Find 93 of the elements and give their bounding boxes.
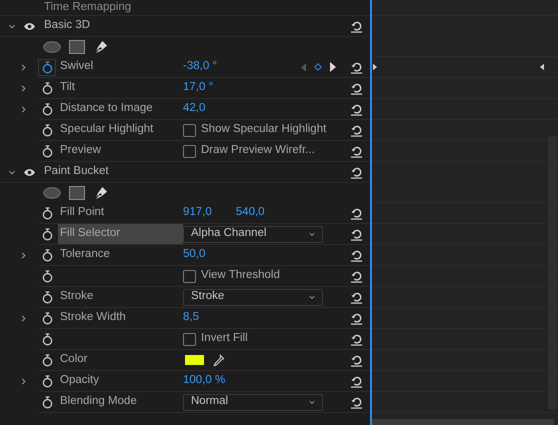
reset-icon[interactable] bbox=[350, 228, 362, 240]
stopwatch-icon[interactable] bbox=[42, 82, 52, 94]
chevron-right-icon[interactable] bbox=[20, 64, 27, 71]
chevron-right-icon[interactable] bbox=[20, 378, 27, 385]
add-keyframe-icon[interactable] bbox=[314, 63, 322, 71]
stopwatch-icon[interactable] bbox=[42, 354, 52, 366]
pen-icon[interactable] bbox=[93, 40, 108, 54]
dropdown[interactable]: Stroke bbox=[183, 288, 323, 306]
property-label: Distance to Image bbox=[60, 101, 153, 116]
stopwatch-icon[interactable] bbox=[42, 270, 52, 282]
value-field[interactable]: -38,0 ° bbox=[183, 58, 218, 76]
eyedropper-icon[interactable] bbox=[212, 354, 225, 366]
effect-name[interactable]: Paint Bucket bbox=[44, 163, 342, 181]
reset-icon[interactable] bbox=[350, 60, 362, 74]
property-label: Tolerance bbox=[60, 247, 110, 262]
checkbox[interactable] bbox=[183, 124, 196, 136]
reset-icon[interactable] bbox=[350, 124, 362, 136]
stopwatch-icon[interactable] bbox=[42, 396, 52, 408]
value-field[interactable]: 42,0 bbox=[183, 100, 206, 118]
value-field[interactable]: 50,0 bbox=[183, 246, 206, 264]
reset-icon[interactable] bbox=[350, 290, 362, 304]
checkbox-label: Show Specular Highlight bbox=[201, 122, 326, 138]
color-swatch[interactable] bbox=[185, 355, 204, 365]
reset-icon[interactable] bbox=[350, 20, 362, 32]
chevron-down-icon[interactable] bbox=[308, 294, 316, 300]
property-label: Tilt bbox=[60, 80, 75, 96]
stopwatch-icon[interactable] bbox=[42, 374, 52, 388]
property-label: Blending Mode bbox=[60, 394, 137, 410]
property-label: Fill Selector bbox=[60, 226, 120, 242]
stopwatch-icon[interactable] bbox=[42, 102, 52, 116]
reset-icon[interactable] bbox=[350, 396, 362, 408]
reset-icon[interactable] bbox=[350, 270, 362, 282]
chevron-down-icon[interactable] bbox=[308, 230, 316, 238]
property-label: Fill Point bbox=[60, 205, 104, 220]
property-label: Stroke Width bbox=[60, 310, 126, 326]
chevron-right-icon[interactable] bbox=[20, 106, 27, 113]
property-label: Time Remapping bbox=[44, 2, 132, 14]
chevron-right-icon[interactable] bbox=[20, 315, 27, 322]
reset-icon[interactable] bbox=[350, 312, 362, 324]
reset-icon[interactable] bbox=[350, 144, 362, 158]
reset-icon[interactable] bbox=[350, 354, 362, 366]
property-label-highlight[interactable]: Fill Selector bbox=[58, 224, 183, 244]
rectangle-mask-icon[interactable] bbox=[69, 40, 85, 54]
ellipse-mask-icon[interactable] bbox=[43, 187, 61, 199]
property-label: Opacity bbox=[60, 373, 99, 388]
dropdown[interactable]: Normal bbox=[183, 394, 323, 410]
rectangle-mask-icon[interactable] bbox=[69, 186, 85, 200]
checkbox[interactable] bbox=[183, 144, 196, 158]
property-label: Color bbox=[60, 352, 88, 368]
property-label: Specular Highlight bbox=[60, 122, 154, 138]
checkbox-label: Draw Preview Wirefr... bbox=[201, 143, 315, 158]
stopwatch-icon[interactable] bbox=[42, 60, 52, 74]
stopwatch-icon[interactable] bbox=[42, 290, 52, 304]
value-field[interactable]: 8,5 bbox=[183, 309, 199, 327]
reset-icon[interactable] bbox=[350, 166, 362, 178]
value-field[interactable]: 100,0 % bbox=[183, 372, 226, 390]
property-label: Swivel bbox=[60, 59, 94, 74]
stopwatch-icon[interactable] bbox=[42, 206, 52, 220]
checkbox[interactable] bbox=[183, 270, 196, 282]
value-field[interactable]: 917,0 bbox=[183, 204, 212, 222]
eye-icon[interactable] bbox=[23, 22, 36, 30]
chevron-right-icon[interactable] bbox=[20, 252, 27, 259]
pen-icon[interactable] bbox=[93, 186, 108, 200]
stopwatch-icon[interactable] bbox=[42, 312, 52, 324]
zoom-scrollbar[interactable] bbox=[372, 419, 554, 425]
stopwatch-icon[interactable] bbox=[42, 248, 52, 262]
reset-icon[interactable] bbox=[350, 102, 362, 116]
reset-icon[interactable] bbox=[350, 374, 362, 388]
property-label: Preview bbox=[60, 143, 101, 158]
reset-icon[interactable] bbox=[350, 206, 362, 220]
property-label: Stroke bbox=[60, 289, 94, 304]
chevron-down-icon[interactable] bbox=[8, 168, 16, 176]
chevron-right-icon[interactable] bbox=[20, 85, 27, 92]
value-field[interactable]: 17,0 ° bbox=[183, 79, 214, 97]
chevron-down-icon[interactable] bbox=[308, 398, 316, 406]
checkbox-label: View Threshold bbox=[201, 268, 280, 284]
stopwatch-icon[interactable] bbox=[42, 144, 52, 158]
reset-icon[interactable] bbox=[350, 82, 362, 94]
checkbox[interactable] bbox=[183, 332, 196, 346]
chevron-down-icon[interactable] bbox=[8, 22, 16, 30]
ellipse-mask-icon[interactable] bbox=[43, 41, 61, 53]
checkbox-label: Invert Fill bbox=[201, 331, 248, 346]
next-keyframe-icon[interactable] bbox=[330, 62, 336, 72]
stopwatch-icon[interactable] bbox=[42, 228, 52, 240]
value-field[interactable]: 540,0 bbox=[236, 204, 265, 222]
reset-icon[interactable] bbox=[350, 248, 362, 262]
eye-icon[interactable] bbox=[23, 168, 36, 176]
stopwatch-icon[interactable] bbox=[42, 124, 52, 136]
keyframe-marker-icon[interactable] bbox=[540, 63, 544, 71]
effect-name[interactable]: Basic 3D bbox=[44, 17, 342, 35]
reset-icon[interactable] bbox=[350, 332, 362, 346]
stopwatch-icon[interactable] bbox=[42, 332, 52, 346]
dropdown[interactable]: Alpha Channel bbox=[183, 226, 323, 242]
